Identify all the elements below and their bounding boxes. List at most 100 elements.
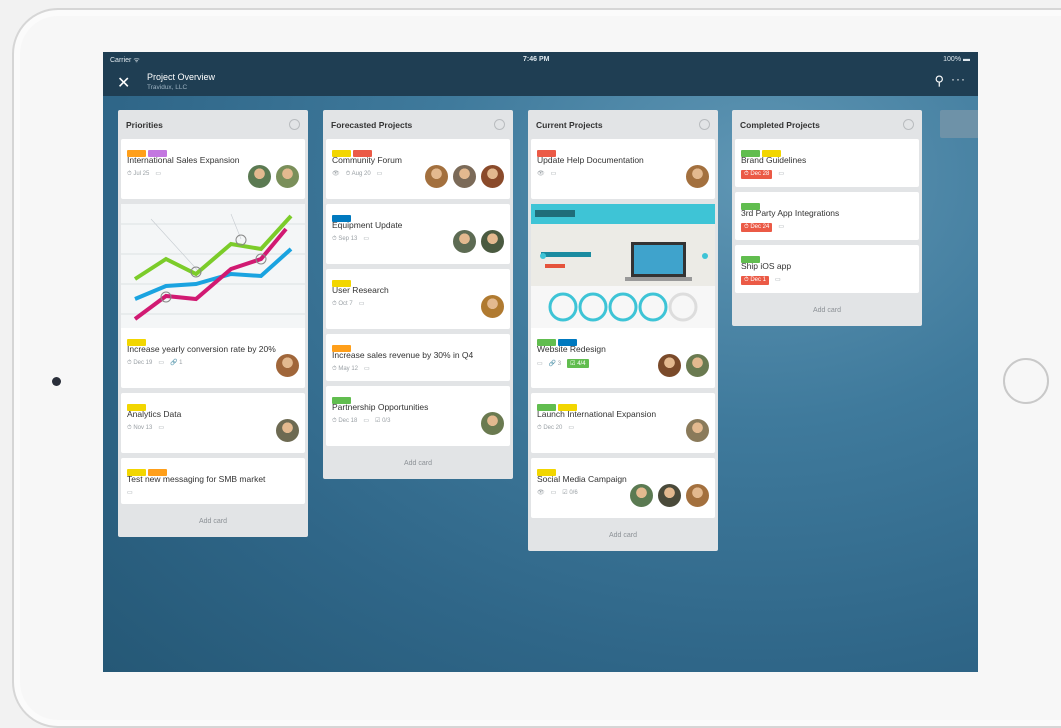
- due-date-badge: ⏱ Dec 24: [741, 223, 773, 232]
- card[interactable]: Website Redesign ▭ 🔗 3 ☑ 4/4: [531, 328, 715, 388]
- avatar[interactable]: [275, 164, 300, 189]
- card-badge: ⏱ May 12: [332, 366, 359, 372]
- card-badge: ⏱ Jul 25: [127, 171, 150, 177]
- card[interactable]: Increase sales revenue by 30% in Q4 ⏱ May…: [326, 334, 510, 381]
- card-members: [654, 353, 710, 383]
- card-image-website: [531, 204, 715, 328]
- card[interactable]: Test new messaging for SMB market ▭: [121, 458, 305, 504]
- avatar[interactable]: [275, 353, 300, 378]
- avatar[interactable]: [275, 418, 300, 443]
- avatar[interactable]: [480, 164, 505, 189]
- avatar[interactable]: [685, 353, 710, 378]
- clock: 7:46 PM: [523, 56, 550, 63]
- more-icon[interactable]: ···: [951, 72, 966, 86]
- card-members: [626, 483, 710, 513]
- card-title: Increase yearly conversion rate by 20%: [127, 344, 276, 354]
- card-badges: ⏱ May 12 ▭: [326, 360, 510, 381]
- card-badge: ▭: [778, 171, 785, 177]
- card-badges: ⏱ Dec 28 ▭: [735, 165, 919, 187]
- card-labels: [531, 458, 715, 476]
- checklist-badge: ☑ 4/4: [567, 359, 589, 368]
- avatar[interactable]: [629, 483, 654, 508]
- due-date-badge: ⏱ Dec 1: [741, 276, 770, 285]
- card[interactable]: Analytics Data ⏱ Nov 13 ▭: [121, 393, 305, 453]
- card[interactable]: Increase yearly conversion rate by 20% ⏱ …: [121, 328, 305, 388]
- card-badge: ▭: [155, 171, 162, 177]
- card-cover-image[interactable]: [121, 204, 305, 328]
- card-badge: ▭: [127, 490, 133, 496]
- card-labels: [121, 328, 305, 346]
- list-menu-icon[interactable]: [699, 119, 710, 130]
- card-cover-image[interactable]: [531, 204, 715, 328]
- card-labels: [326, 386, 510, 404]
- card-image-chart: [121, 204, 305, 328]
- avatar[interactable]: [657, 353, 682, 378]
- card-badge: ▭: [363, 418, 370, 424]
- card-badge: ⏱ Aug 20: [345, 171, 371, 177]
- card-members: [244, 164, 300, 194]
- card-members: [682, 418, 710, 448]
- card-title: 3rd Party App Integrations: [741, 208, 840, 218]
- avatar[interactable]: [480, 411, 505, 436]
- close-icon[interactable]: ✕: [117, 73, 130, 93]
- avatar[interactable]: [480, 229, 505, 254]
- card-badge: ☑ 0/6: [562, 490, 578, 496]
- card-badge: ⏱ Nov 13: [127, 425, 153, 431]
- card[interactable]: 3rd Party App Integrations ⏱ Dec 24 ▭: [735, 192, 919, 240]
- card-title: User Research: [332, 285, 389, 295]
- avatar[interactable]: [685, 164, 710, 189]
- avatar[interactable]: [685, 418, 710, 443]
- card-labels: [735, 192, 919, 210]
- card-labels: [735, 245, 919, 263]
- card[interactable]: Community Forum 👁 ⏱ Aug 20 ▭: [326, 139, 510, 199]
- home-button[interactable]: [1003, 358, 1049, 404]
- card-labels: [531, 393, 715, 411]
- card[interactable]: Ship iOS app ⏱ Dec 1 ▭: [735, 245, 919, 293]
- add-card-button[interactable]: Add card: [323, 451, 513, 479]
- card[interactable]: User Research ⏱ Oct 7 ▭: [326, 269, 510, 329]
- card-labels: [326, 204, 510, 222]
- carrier-label: Carrier ᯤ: [110, 57, 140, 64]
- card-badge: 🔗 1: [170, 360, 183, 366]
- card-members: [421, 164, 505, 194]
- search-icon[interactable]: ⚲: [934, 73, 944, 89]
- list-title: Completed Projects: [732, 110, 922, 139]
- card[interactable]: Launch International Expansion ⏱ Dec 20 ▭: [531, 393, 715, 453]
- card[interactable]: Update Help Documentation 👁 ▭: [531, 139, 715, 199]
- card-labels: [121, 393, 305, 411]
- board-subtitle: Travidux, LLC: [147, 84, 188, 91]
- status-bar: Carrier ᯤ 7:46 PM 100% ▬: [103, 52, 978, 68]
- card[interactable]: Equipment Update ⏱ Sep 13 ▭: [326, 204, 510, 264]
- board-title: Project Overview: [147, 72, 216, 82]
- avatar[interactable]: [452, 229, 477, 254]
- card-badge: ▭: [568, 425, 575, 431]
- card-members: [272, 418, 300, 448]
- list-menu-icon[interactable]: [903, 119, 914, 130]
- card-badge: ▭: [158, 360, 165, 366]
- add-list-tile[interactable]: [940, 110, 978, 138]
- card[interactable]: International Sales Expansion ⏱ Jul 25 ▭: [121, 139, 305, 199]
- list-menu-icon[interactable]: [494, 119, 505, 130]
- avatar[interactable]: [685, 483, 710, 508]
- card-badge: ⏱ Sep 13: [332, 236, 358, 242]
- list-menu-icon[interactable]: [289, 119, 300, 130]
- card-members: [449, 229, 505, 259]
- avatar[interactable]: [452, 164, 477, 189]
- avatar[interactable]: [424, 164, 449, 189]
- card-labels: [121, 139, 305, 157]
- avatar[interactable]: [247, 164, 272, 189]
- card-title: Partnership Opportunities: [332, 402, 429, 412]
- card-labels: [326, 269, 510, 287]
- card-members: [477, 294, 505, 324]
- card-badge: ⏱ Dec 18: [332, 418, 358, 424]
- card[interactable]: Brand Guidelines ⏱ Dec 28 ▭: [735, 139, 919, 187]
- avatar[interactable]: [480, 294, 505, 319]
- card[interactable]: Social Media Campaign 👁 ▭ ☑ 0/6: [531, 458, 715, 518]
- card-badges: ▭: [121, 484, 305, 504]
- add-card-button[interactable]: Add card: [118, 509, 308, 537]
- card-badge: ▭: [364, 366, 370, 372]
- add-card-button[interactable]: Add card: [732, 298, 922, 326]
- card[interactable]: Partnership Opportunities ⏱ Dec 18 ▭ ☑ 0/3: [326, 386, 510, 446]
- add-card-button[interactable]: Add card: [528, 523, 718, 551]
- avatar[interactable]: [657, 483, 682, 508]
